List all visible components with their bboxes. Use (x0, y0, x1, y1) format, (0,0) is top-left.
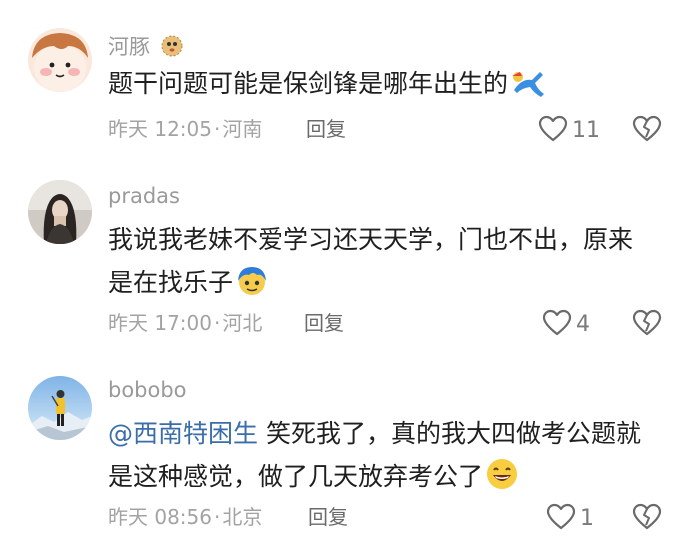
heart-outline-icon (546, 503, 576, 535)
username[interactable]: bobobo (108, 380, 187, 401)
pufferfish-emoji-icon (159, 34, 185, 62)
like-count: 11 (572, 118, 600, 143)
like-count: 4 (576, 312, 590, 337)
comment-time: 昨天 08:56 (108, 505, 212, 529)
reply-button[interactable]: 回复 (304, 313, 344, 333)
like-button[interactable]: 1 (546, 503, 594, 535)
broken-heart-icon (632, 309, 662, 341)
comment-time: 昨天 17:00 (108, 311, 212, 335)
comment-text: 题干问题可能是保剑锋是哪年出生的 (108, 62, 668, 111)
heart-outline-icon (538, 115, 568, 147)
comment-item-3: bobobo @西南特困生 笑死我了，真的我大四做考公题就 是这种感觉，做了几天… (0, 360, 690, 552)
reply-button[interactable]: 回复 (306, 119, 346, 139)
username[interactable]: pradas (108, 186, 180, 207)
like-count: 1 (580, 506, 594, 531)
comment-text: @西南特困生 笑死我了，真的我大四做考公题就 是这种感觉，做了几天放弃考公了 (108, 412, 668, 504)
like-button[interactable]: 11 (538, 115, 600, 147)
jumping-figure-emoji-icon (510, 68, 546, 111)
reply-button[interactable]: 回复 (308, 507, 348, 527)
like-button[interactable]: 4 (542, 309, 590, 341)
comment-meta: 昨天 12:05 · 河南 (108, 117, 263, 141)
dislike-button[interactable] (632, 115, 662, 147)
comment-text: 我说我老妹不爱学习还天天学，门也不出，原来 是在找乐子 (108, 218, 668, 310)
comment-meta: 昨天 17:00 · 河北 (108, 311, 263, 335)
comment-item-2: pradas 我说我老妹不爱学习还天天学，门也不出，原来 是在找乐子 昨天 17… (0, 170, 690, 360)
comment-location: 北京 (222, 505, 263, 529)
comment-item-1: 河豚 题干问题可能是保剑锋是哪年出生的 昨天 12:05 · 河南 回复 11 (0, 0, 690, 170)
avatar[interactable] (28, 28, 92, 92)
dislike-button[interactable] (632, 503, 662, 535)
broken-heart-icon (632, 503, 662, 535)
comment-time: 昨天 12:05 (108, 117, 212, 141)
grinning-face-emoji-icon (485, 457, 519, 504)
mention-link[interactable]: @西南特困生 (108, 419, 258, 448)
blue-hair-emoji-icon (235, 263, 269, 310)
dislike-button[interactable] (632, 309, 662, 341)
avatar[interactable] (28, 180, 92, 244)
heart-outline-icon (542, 309, 572, 341)
comment-location: 河北 (222, 311, 263, 335)
broken-heart-icon (632, 115, 662, 147)
avatar[interactable] (28, 376, 92, 440)
username[interactable]: 河豚 (108, 34, 185, 62)
comment-meta: 昨天 08:56 · 北京 (108, 505, 263, 529)
comment-location: 河南 (222, 117, 263, 141)
